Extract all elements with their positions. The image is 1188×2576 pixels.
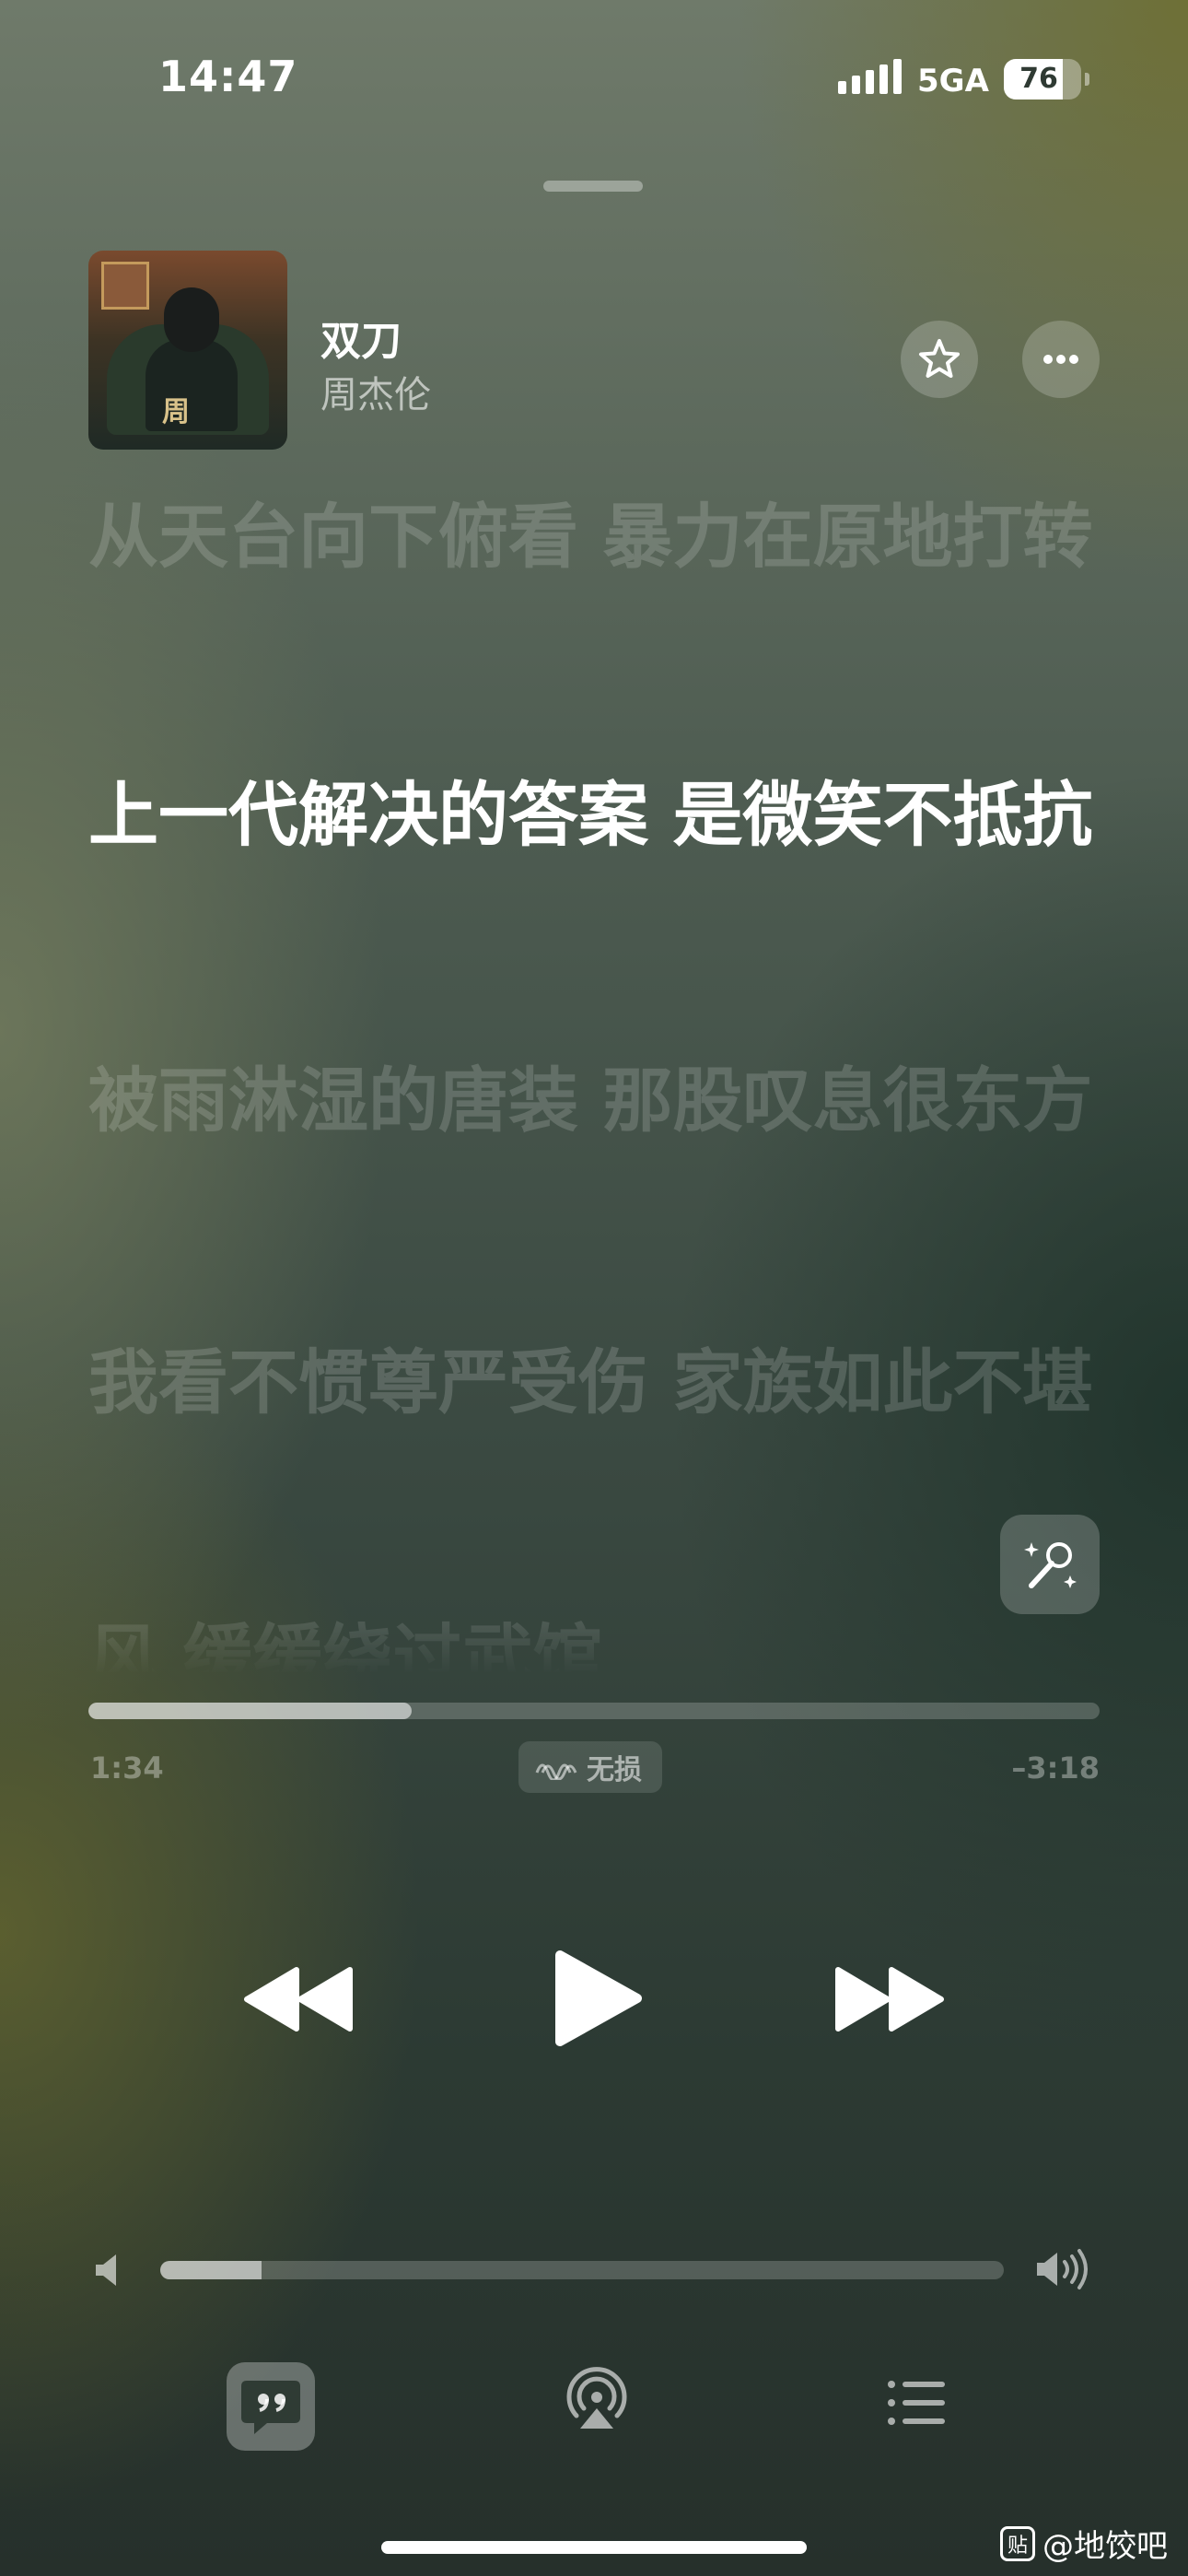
battery-indicator: 76 [1004,59,1081,100]
volume-level-fill [160,2261,262,2279]
watermark-logo: 贴 [1000,2525,1035,2561]
song-artist[interactable]: 周杰伦 [320,365,431,418]
home-indicator[interactable] [381,2541,807,2554]
ellipsis-icon [1043,355,1078,364]
favorite-button[interactable] [901,321,978,398]
sheet-grabber[interactable] [543,181,643,192]
quote-bubble-icon [241,2381,300,2434]
song-title[interactable]: 双刀 [320,308,402,367]
lyric-line[interactable]: 被雨淋湿的唐装 那股叹息很东方 [88,1047,1111,1155]
backward-icon [244,1967,353,2032]
more-options-button[interactable] [1022,321,1100,398]
volume-low-icon [94,2252,122,2292]
playback-progress-fill [88,1703,413,1719]
play-icon [555,1950,642,2046]
playback-scrubber[interactable] [88,1703,1100,1719]
lossless-label: 无损 [587,1754,642,1786]
volume-slider[interactable] [160,2261,1004,2279]
artwork-figure-head [164,287,219,352]
lyric-line[interactable]: 我看不惯尊严受伤 家族如此不堪 [88,1329,1111,1437]
sing-button[interactable] [1000,1515,1100,1614]
battery-cap [1085,73,1089,86]
remaining-time: –3:18 [1011,1751,1100,1786]
battery-level: 76 [1019,63,1058,95]
list-icon [888,2381,945,2425]
artwork-lettering: 周 [162,396,190,428]
previous-track-button[interactable] [241,1964,355,2034]
lossless-wave-icon [535,1763,577,1780]
queue-button[interactable] [873,2359,961,2447]
volume-high-icon [1035,2248,1092,2294]
microphone-sparkle-icon [1024,1542,1077,1588]
network-type: 5GA [917,63,989,100]
forward-icon [835,1967,944,2032]
lyric-line[interactable]: 风 缓缓绕过武馆 [88,1603,1111,1675]
lyric-line[interactable]: 从天台向下俯看 暴力在原地打转 [88,483,1111,591]
star-icon [919,339,960,378]
watermark-text: @地饺吧 [1042,2528,1168,2565]
play-button[interactable] [549,1948,645,2049]
airplay-icon [566,2367,627,2429]
watermark: 贴 @地饺吧 [1000,2521,1168,2566]
airplay-button[interactable] [553,2359,641,2447]
lyrics-toggle-button[interactable] [227,2362,315,2451]
status-time: 14:47 [158,52,298,101]
lyric-line-current[interactable]: 上一代解决的答案 是微笑不抵抗 [88,761,1111,870]
lossless-badge[interactable]: 无损 [518,1741,662,1793]
next-track-button[interactable] [833,1964,947,2034]
elapsed-time: 1:34 [90,1751,164,1786]
album-artwork[interactable]: 周 [88,251,287,450]
cellular-signal-icon [838,59,902,94]
artwork-figure-body [146,339,238,431]
artwork-frame [101,262,149,310]
